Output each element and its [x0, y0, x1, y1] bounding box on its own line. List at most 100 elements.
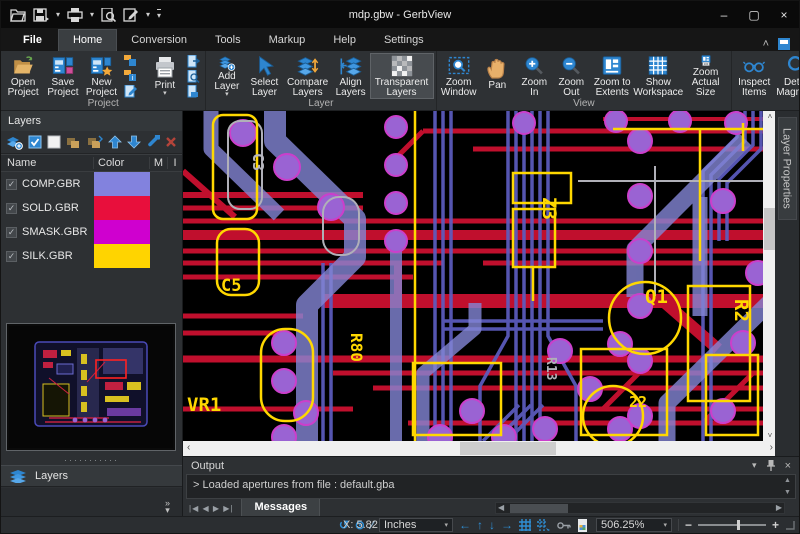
move-layer-up-icon[interactable] — [108, 135, 122, 149]
snapshot-icon[interactable] — [577, 519, 590, 532]
print-preview-icon[interactable] — [101, 8, 116, 22]
zoom-minus-button[interactable]: − — [685, 520, 692, 530]
compare-layers-button[interactable]: Compare Layers — [284, 53, 332, 99]
transparent-layers-button[interactable]: Transparent Layers — [370, 53, 434, 99]
zoom-to-extents-button[interactable]: Zoom to Extents — [590, 53, 635, 99]
output-hscroll-right-icon[interactable]: ▶ — [776, 503, 782, 512]
units-select[interactable]: Inches ▾ — [379, 518, 453, 532]
output-close-icon[interactable]: × — [785, 460, 791, 472]
tab-help[interactable]: Help — [319, 30, 370, 51]
collapse-ribbon-icon[interactable]: ˄ — [763, 38, 769, 50]
export-button[interactable] — [185, 54, 201, 68]
column-color[interactable]: Color — [94, 157, 150, 169]
column-m[interactable]: M — [150, 157, 168, 169]
toolbar-overflow-icon[interactable]: ▾ — [157, 9, 161, 20]
output-horizontal-scrollbar[interactable]: ◀ ▶ — [495, 502, 785, 514]
check-all-icon[interactable] — [28, 135, 42, 149]
panel-splitter[interactable]: ··········· — [1, 456, 182, 464]
output-log[interactable]: > Loaded apertures from file : default.g… — [186, 474, 796, 499]
move-layer-down-icon[interactable] — [127, 135, 141, 149]
key-icon[interactable] — [557, 521, 571, 530]
align-layers-button[interactable]: Align Layers — [332, 53, 370, 99]
open-project-button[interactable]: Open Project — [3, 53, 43, 99]
add-layer-small-icon[interactable] — [6, 135, 23, 150]
layer-checkbox[interactable]: ✓ — [6, 203, 17, 214]
layer-row-comp[interactable]: ✓COMP.GBR — [1, 172, 182, 196]
tab-settings[interactable]: Settings — [370, 30, 438, 51]
select-layer-button[interactable]: Select Layer — [245, 53, 283, 99]
print-dropdown-icon[interactable]: ▾ — [90, 10, 94, 19]
zoom-slider-thumb[interactable] — [737, 520, 740, 530]
layer-row-silk[interactable]: ✓SILK.GBR — [1, 244, 182, 268]
preview-button[interactable] — [185, 69, 201, 83]
pcb-canvas[interactable]: C3 C5 R80 VR1 Z3 Q1 R2 22 R13 ˄ ˅ ‹ › — [183, 111, 777, 456]
project-notes-button[interactable] — [122, 84, 138, 98]
save-dropdown-icon[interactable]: ▾ — [56, 10, 60, 19]
output-dropdown-icon[interactable]: ▾ — [752, 460, 757, 471]
layers-panel-tab[interactable]: Layers — [1, 465, 182, 487]
pan-up-icon[interactable]: ↑ — [477, 519, 483, 531]
pan-left-icon[interactable]: ← — [459, 519, 471, 531]
output-scroll-up-icon[interactable]: ▲ — [784, 477, 791, 484]
layer-row-smask[interactable]: ✓SMASK.GBR — [1, 220, 182, 244]
zoom-in-button[interactable]: Zoom In — [516, 53, 553, 99]
gerber-view[interactable]: C3 C5 R80 VR1 Z3 Q1 R2 22 R13 — [183, 111, 763, 441]
pan-button[interactable]: Pan — [479, 53, 516, 99]
add-layer-button[interactable]: Add Layer ▾ — [208, 53, 245, 99]
layer-row-sold[interactable]: ✓SOLD.GBR — [1, 196, 182, 220]
uncheck-all-icon[interactable] — [47, 135, 61, 149]
overview-thumbnail[interactable] — [6, 323, 176, 451]
messages-tab[interactable]: Messages — [241, 499, 320, 517]
layer-color-swatch[interactable] — [94, 196, 150, 220]
pan-right-icon[interactable]: → — [501, 519, 513, 531]
new-project-button[interactable]: New Project — [83, 53, 121, 99]
tab-file[interactable]: File — [7, 30, 58, 51]
column-name[interactable]: Name — [1, 157, 94, 169]
layer-checkbox[interactable]: ✓ — [6, 227, 17, 238]
output-scrollbar[interactable]: ▲ ▼ — [781, 476, 794, 497]
zoom-out-button[interactable]: Zoom Out — [553, 53, 590, 99]
resize-grip-icon[interactable] — [785, 520, 795, 530]
tab-conversion[interactable]: Conversion — [117, 30, 201, 51]
show-workspace-button[interactable]: Show Workspace — [635, 53, 682, 99]
save-project-button[interactable]: Save Project — [43, 53, 82, 99]
zoom-plus-button[interactable]: + — [772, 520, 779, 530]
layers-table-header[interactable]: Name Color M I — [1, 154, 182, 172]
detail-magnifier-button[interactable]: Detail Magnifier — [774, 53, 800, 99]
horizontal-scroll-thumb[interactable] — [460, 442, 556, 455]
zoom-window-button[interactable]: Zoom Window — [439, 53, 479, 99]
inspect-items-button[interactable]: Inspect Items — [734, 53, 774, 99]
zoom-level-select[interactable]: 506.25% ▾ — [596, 518, 672, 532]
tab-markup[interactable]: Markup — [255, 30, 320, 51]
grid-snap-icon[interactable] — [537, 519, 551, 531]
close-button[interactable]: × — [769, 2, 799, 28]
layer-checkbox[interactable]: ✓ — [6, 251, 17, 262]
print-button[interactable]: Print ▾ — [146, 53, 183, 99]
delete-layer-icon[interactable] — [165, 136, 177, 148]
minimize-button[interactable]: – — [709, 2, 739, 28]
layer-color-swatch[interactable] — [94, 244, 150, 268]
column-i[interactable]: I — [168, 157, 182, 169]
tab-home[interactable]: Home — [58, 29, 117, 51]
markup-icon[interactable] — [123, 8, 139, 22]
output-hscroll-left-icon[interactable]: ◀ — [498, 503, 504, 512]
zoom-actual-size-button[interactable]: 100 Zoom Actual Size — [682, 53, 729, 99]
layer-checkbox[interactable]: ✓ — [6, 179, 17, 190]
output-pin-icon[interactable] — [767, 460, 775, 471]
pan-down-icon[interactable]: ↓ — [489, 519, 495, 531]
panel-overflow-icon[interactable]: »▾ — [165, 500, 170, 514]
print-icon[interactable] — [67, 8, 83, 22]
scroll-right-arrow-icon[interactable]: › — [770, 442, 773, 453]
tab-nav-buttons[interactable]: |◀ ◀ ▶ ▶| — [189, 504, 233, 513]
ribbon-style-icon[interactable] — [777, 37, 791, 51]
zoom-slider[interactable] — [698, 519, 766, 531]
grid-icon[interactable] — [519, 519, 531, 531]
output-scroll-down-icon[interactable]: ▼ — [784, 489, 791, 496]
output-hscroll-thumb[interactable] — [510, 504, 568, 513]
project-options-button[interactable] — [122, 54, 138, 68]
layer-settings-wrench-icon[interactable] — [146, 135, 160, 149]
copy-layers-icon[interactable] — [87, 135, 103, 149]
markup-dropdown-icon[interactable]: ▾ — [146, 10, 150, 19]
print-setup-button[interactable] — [185, 84, 201, 98]
layer-color-swatch[interactable] — [94, 172, 150, 196]
